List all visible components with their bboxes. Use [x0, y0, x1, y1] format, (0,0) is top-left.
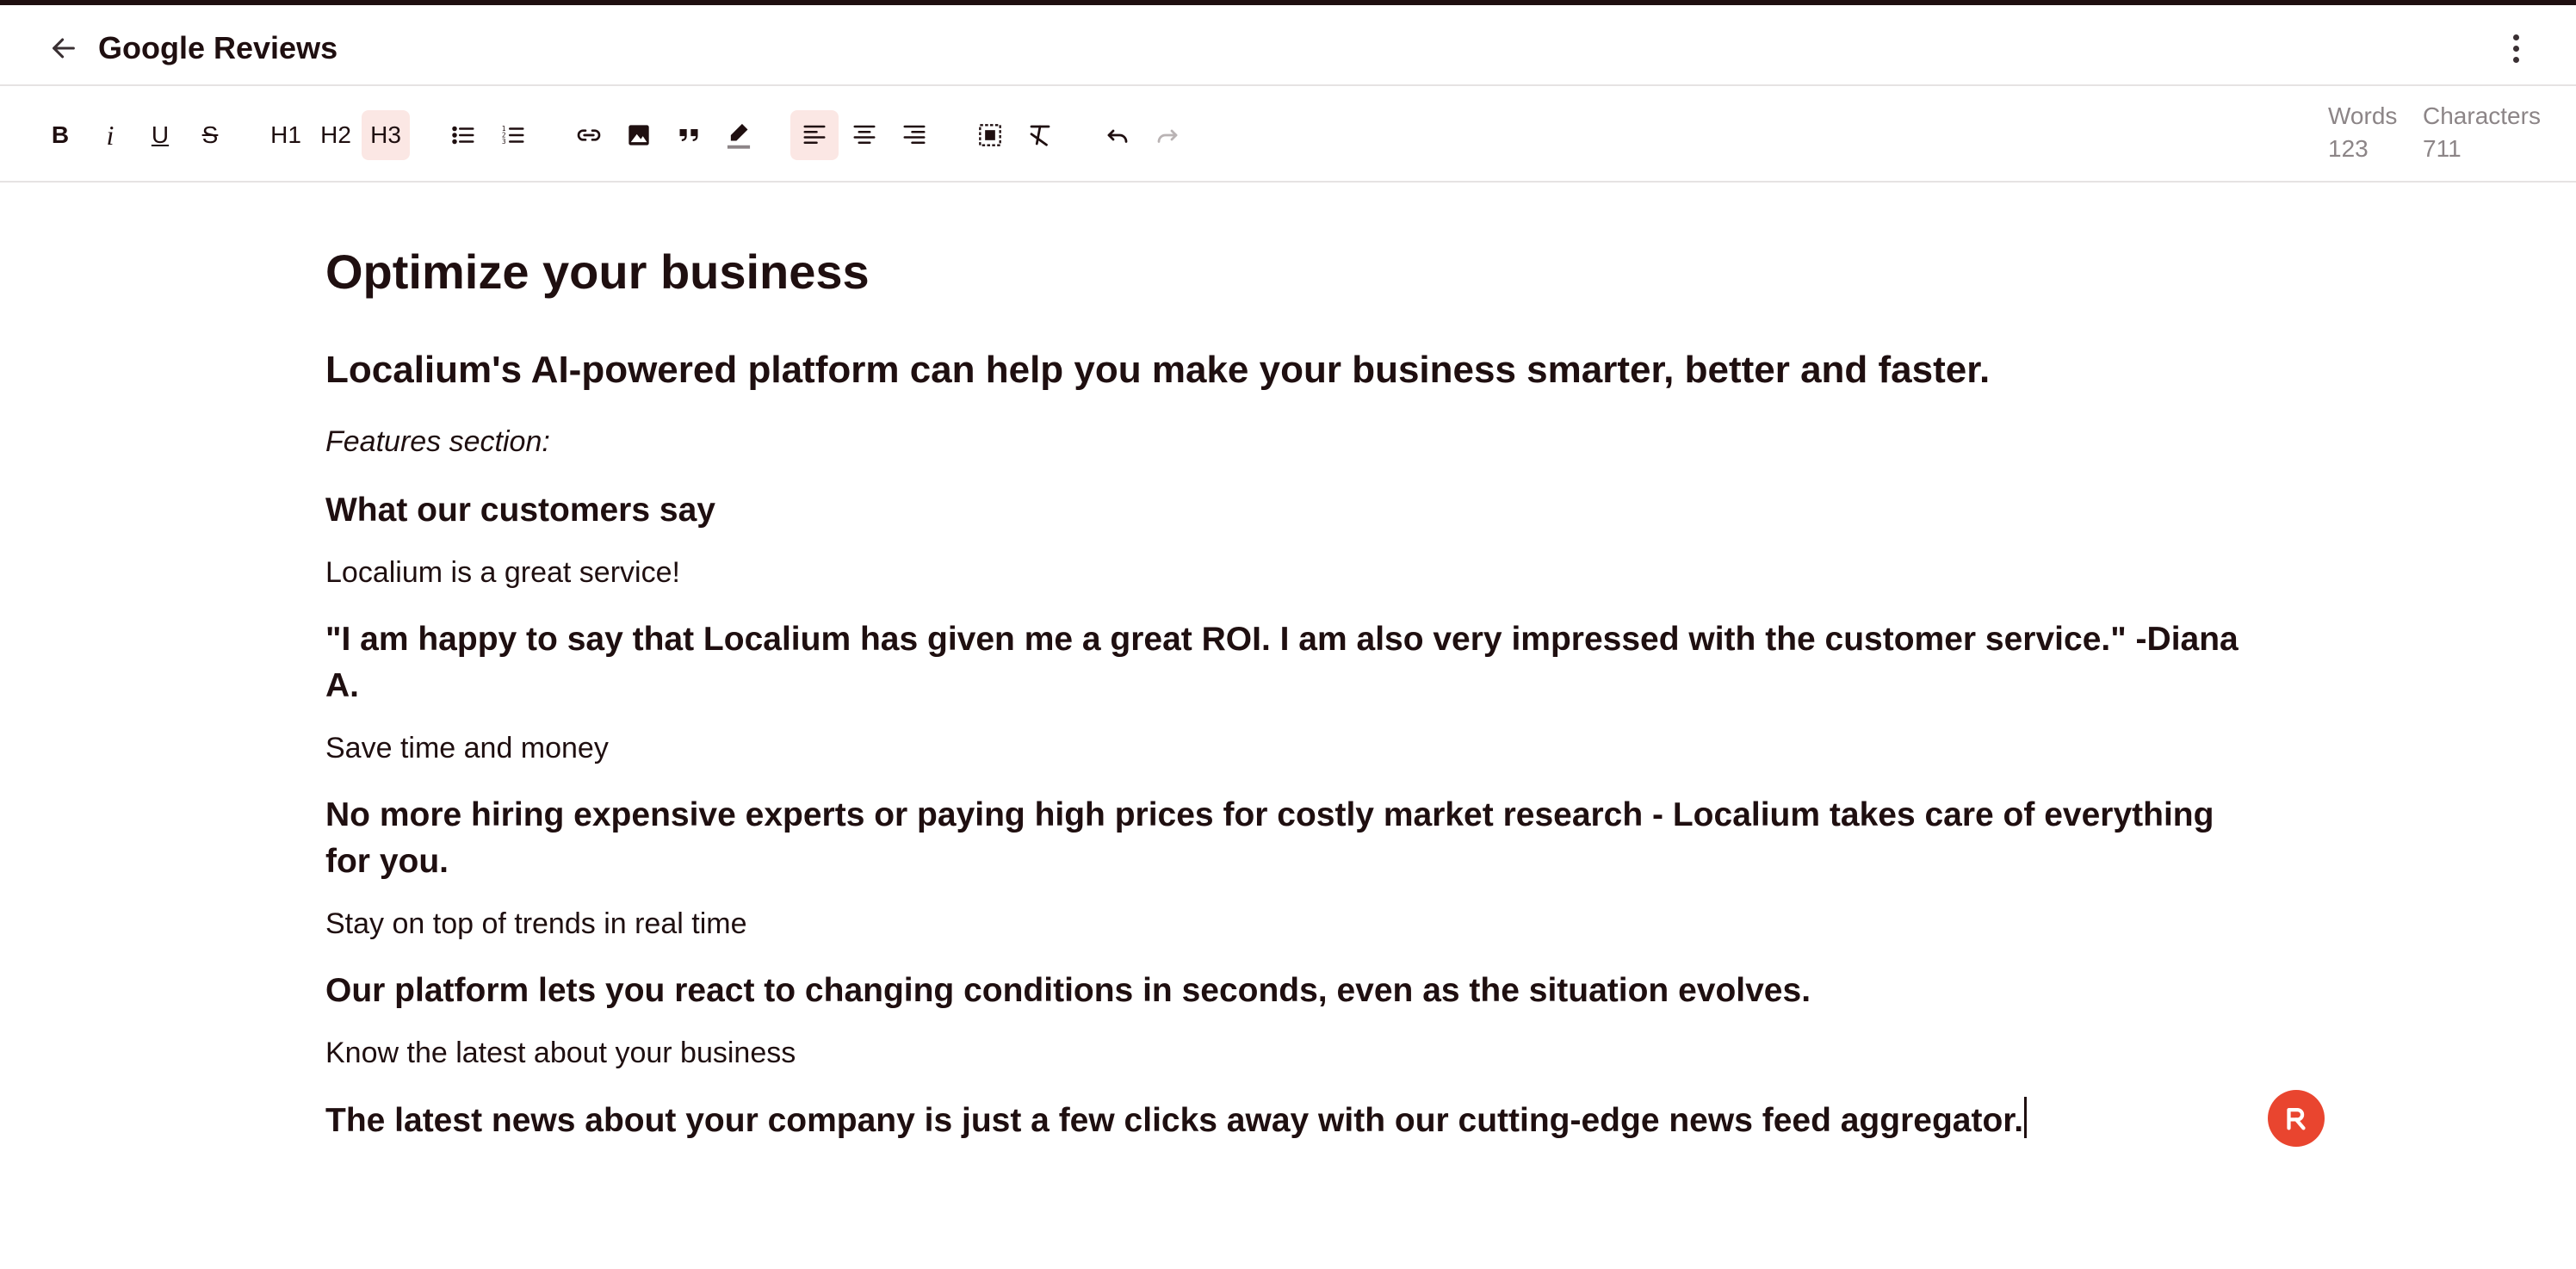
select-all-icon: [979, 124, 1001, 146]
section-heading: Our platform lets you react to changing …: [325, 972, 1811, 1009]
formatting-toolbar: B i U S H1 H2 H3 1 2 3 Words 123 Charact…: [0, 86, 2576, 183]
page-title: Google Reviews: [98, 30, 338, 65]
link-icon: [577, 129, 601, 141]
align-left-button[interactable]: [790, 110, 839, 160]
bullet-list-icon: [452, 126, 474, 145]
features-label: Features section:: [325, 425, 550, 458]
last-heading: The latest news about your company is ju…: [325, 1097, 2263, 1144]
numbered-list-button[interactable]: 1 2 3: [489, 110, 537, 160]
redo-icon: [1157, 129, 1178, 143]
character-count-label: Characters: [2423, 102, 2541, 129]
select-all-button[interactable]: [966, 110, 1014, 160]
clear-formatting-button[interactable]: [1016, 110, 1064, 160]
heading2-button[interactable]: H2: [312, 110, 360, 160]
align-right-button[interactable]: [890, 110, 938, 160]
numbered-list-icon: 1 2 3: [502, 125, 524, 145]
bold-button[interactable]: B: [36, 110, 84, 160]
align-center-button[interactable]: [840, 110, 889, 160]
character-count: Characters 711: [2423, 100, 2541, 165]
highlight-button[interactable]: [715, 110, 763, 160]
align-center-icon: [853, 125, 876, 144]
character-count-value: 711: [2423, 135, 2461, 162]
strikethrough-button[interactable]: S: [186, 110, 234, 160]
blockquote-button[interactable]: [665, 110, 713, 160]
word-count-value: 123: [2328, 135, 2369, 162]
last-heading-text: The latest news about your company is ju…: [325, 1102, 2024, 1139]
italic-button[interactable]: i: [86, 110, 134, 160]
svg-text:3: 3: [502, 138, 506, 145]
image-button[interactable]: [615, 110, 663, 160]
section-heading: No more hiring expensive experts or payi…: [325, 796, 2214, 880]
heading3-button[interactable]: H3: [362, 110, 410, 160]
back-button[interactable]: [45, 29, 83, 67]
redo-button[interactable]: [1143, 110, 1192, 160]
section-paragraph: Know the latest about your business: [325, 1037, 796, 1069]
link-button[interactable]: [565, 110, 613, 160]
bullet-list-button[interactable]: [439, 110, 487, 160]
section-paragraph: Localium is a great service!: [325, 556, 680, 589]
underline-button[interactable]: U: [136, 110, 184, 160]
align-left-icon: [803, 125, 826, 144]
undo-button[interactable]: [1093, 110, 1142, 160]
app-header: Google Reviews: [0, 5, 2576, 86]
quote-icon: [679, 129, 698, 141]
image-icon: [629, 125, 649, 145]
more-menu-button[interactable]: [2497, 28, 2535, 69]
heading1-button[interactable]: H1: [262, 110, 310, 160]
text-cursor: [2024, 1097, 2028, 1138]
align-right-icon: [903, 125, 926, 144]
document-subtitle: Localium's AI-powered platform can help …: [325, 349, 1991, 391]
section-heading: What our customers say: [325, 492, 715, 529]
assistant-fab-button[interactable]: [2268, 1090, 2325, 1147]
clear-format-icon: [1030, 125, 1050, 146]
section-paragraph: Save time and money: [325, 732, 609, 764]
testimonial-heading: "I am happy to say that Localium has giv…: [325, 621, 2239, 704]
word-count-label: Words: [2328, 102, 2398, 129]
document-title: Optimize your business: [325, 245, 870, 299]
word-count: Words 123: [2328, 100, 2397, 165]
undo-icon: [1107, 129, 1128, 143]
arrow-left-icon: [53, 38, 75, 59]
section-paragraph: Stay on top of trends in real time: [325, 907, 747, 940]
r-logo-icon: [2287, 1107, 2306, 1130]
more-vertical-icon: [2512, 34, 2519, 40]
highlighter-pen-icon: [727, 123, 751, 149]
